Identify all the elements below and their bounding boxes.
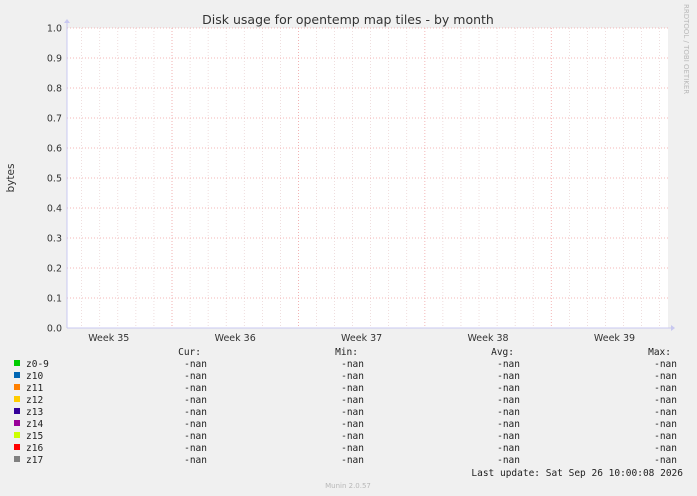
- legend-value-cur: -nan: [184, 383, 207, 394]
- legend-series-name: z13: [26, 407, 43, 418]
- legend-swatch: [14, 456, 20, 462]
- legend-value-cur: -nan: [184, 443, 207, 454]
- legend-value-cur: -nan: [184, 419, 207, 430]
- legend-value-cur: -nan: [184, 431, 207, 442]
- y-tick-label: 0.5: [47, 174, 62, 185]
- legend-value-cur: -nan: [184, 395, 207, 406]
- legend-series-name: z15: [26, 431, 43, 442]
- x-tick-label: Week 37: [341, 333, 382, 344]
- legend-value-min: -nan: [341, 383, 364, 394]
- watermark: RRDTOOL / TOBI OETIKER: [682, 4, 690, 94]
- legend-series-name: z16: [26, 443, 43, 454]
- legend-header-cur: Cur:: [178, 347, 201, 358]
- legend-swatch: [14, 432, 20, 438]
- y-tick-label: 0.4: [47, 204, 62, 215]
- y-tick-label: 0.6: [47, 144, 62, 155]
- legend-value-max: -nan: [654, 407, 677, 418]
- legend-series-name: z11: [26, 383, 43, 394]
- legend-value-cur: -nan: [184, 359, 207, 370]
- legend-swatch: [14, 420, 20, 426]
- x-tick-label: Week 36: [215, 333, 256, 344]
- legend-swatch: [14, 396, 20, 402]
- legend-value-min: -nan: [341, 443, 364, 454]
- legend-value-avg: -nan: [497, 431, 520, 442]
- legend-series-name: z10: [26, 371, 43, 382]
- footer-version: Munin 2.0.57: [325, 482, 371, 490]
- legend-series-name: z0-9: [26, 359, 49, 370]
- y-tick-label: 0.1: [47, 294, 62, 305]
- x-tick-label: Week 39: [594, 333, 635, 344]
- legend-value-avg: -nan: [497, 443, 520, 454]
- legend-value-avg: -nan: [497, 455, 520, 466]
- legend-value-cur: -nan: [184, 455, 207, 466]
- legend-value-min: -nan: [341, 431, 364, 442]
- legend-header-min: Min:: [335, 347, 358, 358]
- last-update: Last update: Sat Sep 26 10:00:08 2026: [471, 468, 683, 479]
- legend-value-min: -nan: [341, 395, 364, 406]
- legend-value-min: -nan: [341, 419, 364, 430]
- legend-value-max: -nan: [654, 419, 677, 430]
- legend-value-avg: -nan: [497, 419, 520, 430]
- legend-value-avg: -nan: [497, 407, 520, 418]
- legend-series-name: z12: [26, 395, 43, 406]
- legend-value-min: -nan: [341, 359, 364, 370]
- legend-value-max: -nan: [654, 359, 677, 370]
- legend-swatch: [14, 360, 20, 366]
- y-tick-label: 0.2: [47, 264, 62, 275]
- legend-value-avg: -nan: [497, 359, 520, 370]
- y-tick-label: 0.9: [47, 54, 62, 65]
- legend-value-max: -nan: [654, 443, 677, 454]
- legend-swatch: [14, 372, 20, 378]
- legend-series-name: z14: [26, 419, 43, 430]
- legend-swatch: [14, 384, 20, 390]
- legend-value-min: -nan: [341, 455, 364, 466]
- legend-value-cur: -nan: [184, 407, 207, 418]
- legend-value-max: -nan: [654, 431, 677, 442]
- legend-header-max: Max:: [648, 347, 671, 358]
- legend-value-max: -nan: [654, 395, 677, 406]
- legend-value-min: -nan: [341, 371, 364, 382]
- x-tick-label: Week 35: [88, 333, 129, 344]
- legend-value-max: -nan: [654, 455, 677, 466]
- legend-value-avg: -nan: [497, 395, 520, 406]
- y-tick-label: 0.0: [47, 324, 62, 335]
- legend-value-avg: -nan: [497, 383, 520, 394]
- y-tick-label: 1.0: [47, 24, 62, 35]
- legend-value-avg: -nan: [497, 371, 520, 382]
- legend-header-avg: Avg:: [491, 347, 514, 358]
- y-axis-label: bytes: [5, 164, 17, 193]
- x-tick-label: Week 38: [467, 333, 508, 344]
- legend-value-max: -nan: [654, 371, 677, 382]
- y-tick-label: 0.3: [47, 234, 62, 245]
- y-tick-label: 0.8: [47, 84, 62, 95]
- legend-swatch: [14, 444, 20, 450]
- legend-series-name: z17: [26, 455, 43, 466]
- legend-swatch: [14, 408, 20, 414]
- y-tick-label: 0.7: [47, 114, 62, 125]
- legend-value-min: -nan: [341, 407, 364, 418]
- chart-title: Disk usage for opentemp map tiles - by m…: [202, 12, 494, 27]
- disk-usage-chart: Disk usage for opentemp map tiles - by m…: [0, 0, 697, 496]
- legend-value-cur: -nan: [184, 371, 207, 382]
- legend-value-max: -nan: [654, 383, 677, 394]
